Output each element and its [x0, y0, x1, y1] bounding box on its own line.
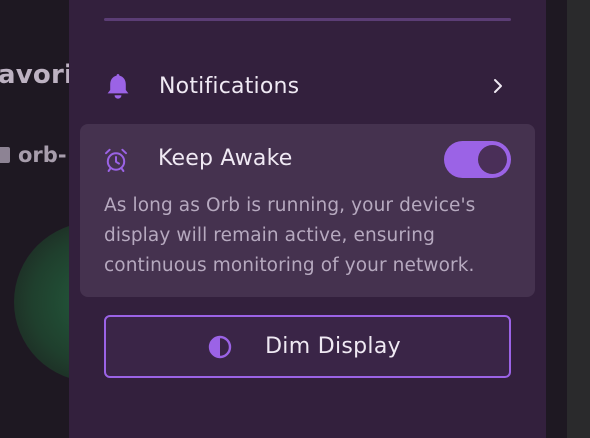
- file-icon: [0, 147, 10, 163]
- dim-display-label: Dim Display: [265, 334, 401, 359]
- settings-panel: Notifications Keep Awake As long as Orb …: [69, 0, 546, 438]
- background-title: avori: [0, 60, 74, 90]
- toggle-knob[interactable]: [478, 145, 507, 174]
- divider: [104, 18, 511, 21]
- dim-display-button[interactable]: Dim Display: [104, 315, 511, 378]
- background-list-item: orb-: [0, 142, 67, 168]
- chevron-right-icon: [494, 79, 502, 93]
- alarm-clock-icon: [105, 148, 127, 172]
- keep-awake-card: Keep Awake As long as Orb is running, yo…: [80, 124, 535, 297]
- keep-awake-toggle[interactable]: [444, 141, 511, 178]
- keep-awake-description: As long as Orb is running, your device's…: [104, 195, 476, 276]
- keep-awake-label: Keep Awake: [158, 146, 293, 171]
- notifications-label: Notifications: [159, 73, 300, 99]
- bell-icon: [105, 72, 131, 100]
- background-item-label: orb-: [18, 143, 67, 167]
- notifications-row[interactable]: Notifications: [104, 64, 511, 108]
- contrast-icon: [208, 335, 232, 358]
- background-scroll-strip: [567, 0, 590, 438]
